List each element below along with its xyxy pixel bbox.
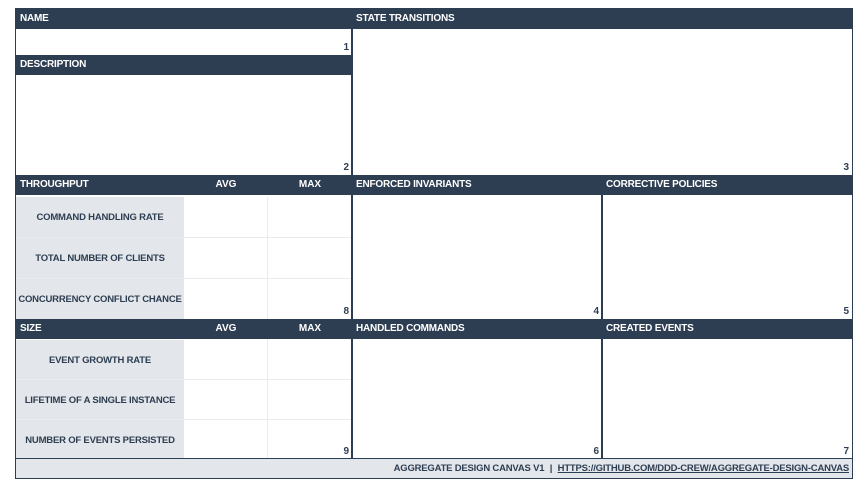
- aggregate-design-canvas: NAME 1 DESCRIPTION 2 STATE TRANSITIONS 3…: [15, 8, 853, 479]
- section-number: 5: [843, 306, 849, 317]
- events-persisted-max-cell[interactable]: [268, 420, 352, 459]
- section-number: 2: [343, 162, 349, 173]
- handled-commands-section[interactable]: HANDLED COMMANDS 6: [352, 319, 602, 459]
- corrective-policies-header: CORRECTIVE POLICIES: [602, 175, 852, 195]
- size-row-label: NUMBER OF EVENTS PERSISTED: [16, 420, 184, 460]
- footer-label: AGGREGATE DESIGN CANVAS V1: [393, 463, 545, 474]
- corrective-policies-section[interactable]: CORRECTIVE POLICIES 5: [602, 175, 852, 319]
- enforced-invariants-section[interactable]: ENFORCED INVARIANTS 4: [352, 175, 602, 319]
- section-number: 8: [343, 306, 349, 317]
- enforced-invariants-header: ENFORCED INVARIANTS: [352, 175, 602, 195]
- section-number: 9: [343, 446, 349, 457]
- section-number: 1: [343, 42, 349, 53]
- conflict-chance-max-cell[interactable]: [268, 279, 352, 319]
- event-growth-avg-cell[interactable]: [184, 340, 267, 379]
- throughput-row-label: TOTAL NUMBER OF CLIENTS: [16, 238, 184, 278]
- total-clients-max-cell[interactable]: [268, 238, 352, 278]
- total-clients-avg-cell[interactable]: [184, 238, 267, 278]
- conflict-chance-avg-cell[interactable]: [184, 279, 267, 319]
- footer-separator: |: [549, 463, 553, 474]
- section-number: 4: [593, 306, 599, 317]
- throughput-section: THROUGHPUT AVG MAX COMMAND HANDLING RATE…: [16, 175, 352, 319]
- size-row-label: LIFETIME OF A SINGLE INSTANCE: [16, 380, 184, 420]
- section-number: 6: [593, 446, 599, 457]
- state-transitions-header: STATE TRANSITIONS: [352, 9, 852, 29]
- size-section: SIZE AVG MAX EVENT GROWTH RATE LIFETIME …: [16, 319, 352, 460]
- created-events-header: CREATED EVENTS: [602, 319, 852, 339]
- max-column-header: MAX: [298, 323, 322, 334]
- footer: AGGREGATE DESIGN CANVAS V1 | HTTPS://GIT…: [16, 458, 852, 478]
- throughput-row-label: COMMAND HANDLING RATE: [16, 197, 184, 237]
- name-section[interactable]: NAME 1: [16, 9, 352, 55]
- footer-link[interactable]: HTTPS://GITHUB.COM/DDD-CREW/AGGREGATE-DE…: [558, 463, 850, 474]
- max-column-header: MAX: [298, 179, 322, 190]
- throughput-row-label: CONCURRENCY CONFLICT CHANCE: [16, 279, 184, 319]
- command-handling-rate-avg-cell[interactable]: [184, 197, 267, 237]
- section-number: 7: [843, 446, 849, 457]
- size-row-label: EVENT GROWTH RATE: [16, 340, 184, 380]
- section-number: 3: [843, 162, 849, 173]
- lifetime-avg-cell[interactable]: [184, 380, 267, 419]
- avg-column-header: AVG: [215, 179, 237, 190]
- command-handling-rate-max-cell[interactable]: [268, 197, 352, 237]
- description-header: DESCRIPTION: [16, 55, 352, 75]
- created-events-section[interactable]: CREATED EVENTS 7: [602, 319, 852, 459]
- state-transitions-section[interactable]: STATE TRANSITIONS 3: [352, 9, 852, 175]
- events-persisted-avg-cell[interactable]: [184, 420, 267, 459]
- vertical-divider: [601, 175, 603, 459]
- name-header: NAME: [16, 9, 352, 29]
- handled-commands-header: HANDLED COMMANDS: [352, 319, 602, 339]
- lifetime-max-cell[interactable]: [268, 380, 352, 419]
- event-growth-max-cell[interactable]: [268, 340, 352, 379]
- avg-column-header: AVG: [215, 323, 237, 334]
- description-section[interactable]: DESCRIPTION 2: [16, 55, 352, 175]
- vertical-divider: [351, 9, 353, 459]
